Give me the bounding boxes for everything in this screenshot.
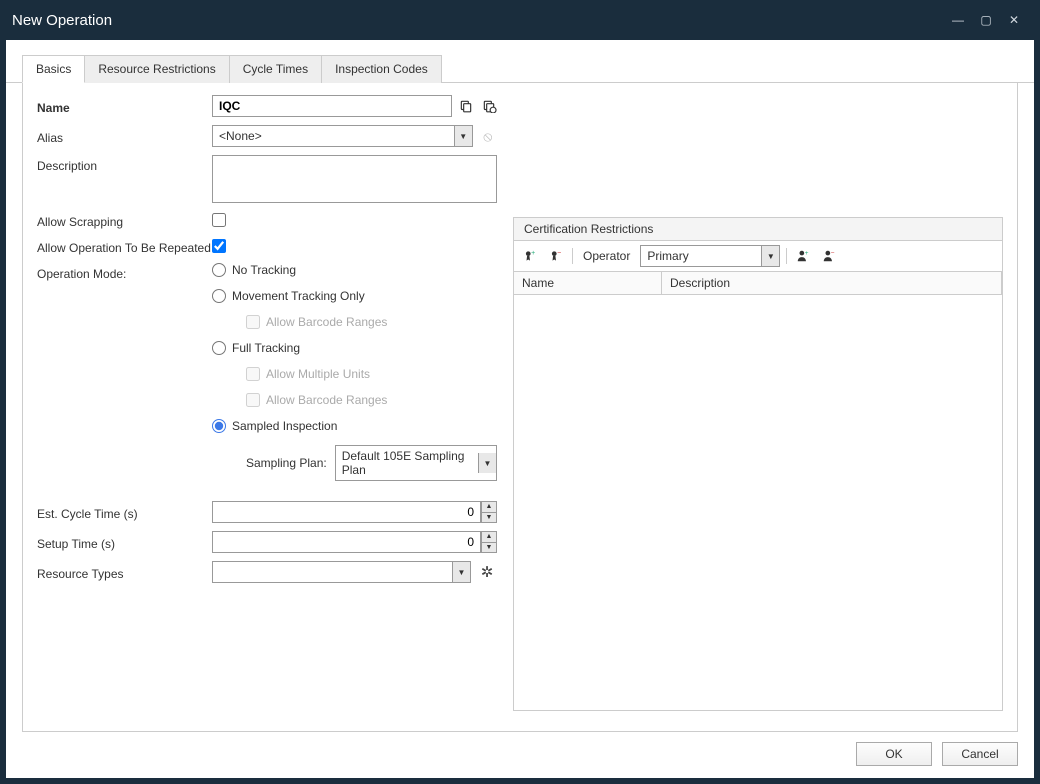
ok-button[interactable]: OK [856,742,932,766]
sampling-plan-label: Sampling Plan: [246,456,327,470]
col-description[interactable]: Description [662,272,1002,294]
radio-no-tracking[interactable]: No Tracking [212,263,497,277]
name-input[interactable] [212,95,452,117]
remove-cert-icon[interactable]: − [546,247,566,265]
setup-time-spinner[interactable]: ▲▼ [481,531,497,553]
clear-alias-icon[interactable]: ⦸ [479,127,497,145]
add-cert-icon[interactable]: + [520,247,540,265]
resource-types-label: Resource Types [37,563,212,581]
cert-toolbar: + − Operator Primary ▼ + [514,241,1002,272]
cancel-button[interactable]: Cancel [942,742,1018,766]
allow-repeated-label: Allow Operation To Be Repeated [37,237,212,255]
operator-combo[interactable]: Primary ▼ [640,245,780,267]
left-column: Name Alias <None [37,95,497,731]
name-label: Name [37,97,212,115]
chevron-down-icon[interactable]: ▼ [452,562,470,582]
certification-panel: Certification Restrictions + − Operator … [513,217,1003,711]
window: New Operation — ▢ ✕ Basics Resource Rest… [0,0,1040,784]
sampling-plan-combo[interactable]: Default 105E Sampling Plan ▼ [335,445,497,481]
cert-table-body [514,295,1002,710]
description-textarea[interactable] [212,155,497,203]
est-cycle-label: Est. Cycle Time (s) [37,503,212,521]
content-area: Basics Resource Restrictions Cycle Times… [6,40,1034,778]
description-label: Description [37,155,212,173]
svg-text:−: − [557,250,561,257]
add-user-icon[interactable]: + [793,247,813,265]
window-title: New Operation [12,12,944,29]
setup-time-input[interactable] [212,531,481,553]
copy-icon[interactable] [458,97,475,115]
close-button[interactable]: ✕ [1000,13,1028,27]
full-allow-multiple: Allow Multiple Units [246,367,497,381]
radio-sampled-inspection[interactable]: Sampled Inspection [212,419,497,433]
dialog-footer: OK Cancel [6,732,1034,778]
radio-movement-tracking[interactable]: Movement Tracking Only [212,289,497,303]
alias-combo[interactable]: <None> ▼ [212,125,473,147]
est-cycle-input[interactable] [212,501,481,523]
tab-bar: Basics Resource Restrictions Cycle Times… [6,40,1034,83]
chevron-down-icon[interactable]: ▼ [454,126,472,146]
allow-scrapping-label: Allow Scrapping [37,211,212,229]
full-allow-barcode: Allow Barcode Ranges [246,393,497,407]
copy-globe-icon[interactable] [480,97,497,115]
allow-repeated-checkbox[interactable] [212,239,226,253]
tab-body: Name Alias <None [22,82,1018,732]
svg-text:+: + [805,250,809,257]
setup-time-label: Setup Time (s) [37,533,212,551]
remove-user-icon[interactable]: − [819,247,839,265]
gear-icon[interactable]: ✲ [477,563,497,581]
svg-text:+: + [531,250,535,257]
alias-label: Alias [37,127,212,145]
est-cycle-spinner[interactable]: ▲▼ [481,501,497,523]
chevron-down-icon[interactable]: ▼ [478,453,496,473]
operator-label: Operator [579,249,634,263]
chevron-down-icon[interactable]: ▼ [761,246,779,266]
movement-allow-barcode: Allow Barcode Ranges [246,315,497,329]
radio-full-tracking[interactable]: Full Tracking [212,341,497,355]
resource-types-combo[interactable]: ▼ [212,561,471,583]
tab-inspection-codes[interactable]: Inspection Codes [321,55,442,83]
tab-basics[interactable]: Basics [22,55,85,83]
cert-table-header: Name Description [514,272,1002,295]
operation-mode-label: Operation Mode: [37,263,212,281]
cert-title: Certification Restrictions [514,218,1002,241]
minimize-button[interactable]: — [944,13,972,27]
col-name[interactable]: Name [514,272,662,294]
maximize-button[interactable]: ▢ [972,13,1000,27]
svg-text:−: − [831,250,835,257]
tab-resource-restrictions[interactable]: Resource Restrictions [84,55,229,83]
right-column: Certification Restrictions + − Operator … [513,217,1003,731]
titlebar: New Operation — ▢ ✕ [0,0,1040,40]
allow-scrapping-checkbox[interactable] [212,213,226,227]
tab-cycle-times[interactable]: Cycle Times [229,55,322,83]
